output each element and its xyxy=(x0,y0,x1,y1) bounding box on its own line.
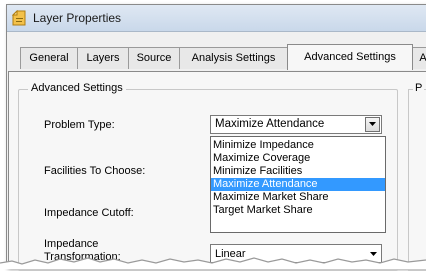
tab-analysis-settings[interactable]: Analysis Settings xyxy=(179,47,288,69)
tab-partial[interactable]: A xyxy=(412,47,426,69)
tab-advanced-settings[interactable]: Advanced Settings xyxy=(287,44,413,70)
option-target-market-share[interactable]: Target Market Share xyxy=(211,204,385,217)
title-bar[interactable]: Layer Properties xyxy=(7,5,426,32)
problem-type-label: Problem Type: xyxy=(44,119,115,131)
window-title: Layer Properties xyxy=(33,11,122,25)
option-maximize-market-share[interactable]: Maximize Market Share xyxy=(211,191,385,204)
torn-edge-decoration xyxy=(0,257,426,269)
problem-type-options-list: Minimize Impedance Maximize Coverage Min… xyxy=(210,136,386,233)
tab-general[interactable]: General xyxy=(20,47,78,69)
problem-type-dropdown-button[interactable] xyxy=(365,117,380,132)
tab-source[interactable]: Source xyxy=(128,47,180,69)
option-maximize-coverage[interactable]: Maximize Coverage xyxy=(211,152,385,165)
problem-type-value: Maximize Attendance xyxy=(215,118,325,130)
tab-strip: General Layers Source Analysis Settings … xyxy=(0,44,426,71)
option-maximize-attendance[interactable]: Maximize Attendance xyxy=(211,178,385,191)
tab-layers[interactable]: Layers xyxy=(77,47,129,69)
impedance-transformation-label-line1: Impedance xyxy=(44,238,99,250)
facilities-to-choose-label: Facilities To Choose: xyxy=(44,165,146,177)
impedance-cutoff-label: Impedance Cutoff: xyxy=(44,207,134,219)
side-group xyxy=(408,89,426,271)
side-group-legend: P xyxy=(413,82,425,94)
option-minimize-facilities[interactable]: Minimize Facilities xyxy=(211,165,385,178)
chevron-down-icon xyxy=(369,122,376,126)
layer-properties-icon xyxy=(12,10,26,26)
option-minimize-impedance[interactable]: Minimize Impedance xyxy=(211,139,385,152)
advanced-settings-legend: Advanced Settings xyxy=(28,82,126,94)
problem-type-select[interactable]: Maximize Attendance xyxy=(210,115,382,134)
